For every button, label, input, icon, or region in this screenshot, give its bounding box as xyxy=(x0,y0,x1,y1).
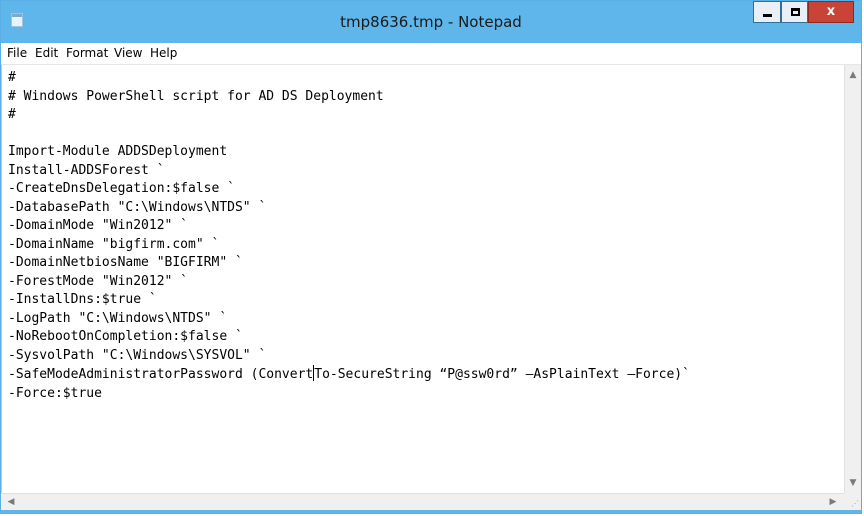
scroll-right-icon[interactable]: ▶ xyxy=(825,494,841,510)
scroll-down-icon[interactable]: ▼ xyxy=(845,475,861,491)
minimize-icon xyxy=(763,14,772,17)
close-icon: x xyxy=(826,4,836,19)
menu-view[interactable]: View xyxy=(114,46,142,60)
menu-format[interactable]: Format xyxy=(66,46,108,60)
text-before-caret: # # Windows PowerShell script for AD DS … xyxy=(8,70,384,382)
window-title: tmp8636.tmp - Notepad xyxy=(340,13,522,31)
maximize-button[interactable] xyxy=(781,1,808,23)
scroll-up-icon[interactable]: ▲ xyxy=(845,67,861,83)
resize-grip-icon[interactable]: ⋰ xyxy=(851,500,859,508)
close-button[interactable]: x xyxy=(808,1,854,23)
notepad-window: tmp8636.tmp - Notepad x File Edit Format… xyxy=(0,0,862,514)
document-text[interactable]: # # Windows PowerShell script for AD DS … xyxy=(8,69,690,403)
horizontal-scrollbar[interactable]: ◀ ▶ xyxy=(1,493,844,510)
menu-bar: File Edit Format View Help xyxy=(1,43,861,65)
menu-edit[interactable]: Edit xyxy=(35,46,58,60)
scrollbar-corner: ⋰ xyxy=(844,493,861,510)
vertical-scrollbar[interactable]: ▲ ▼ xyxy=(844,65,861,493)
maximize-icon xyxy=(791,8,800,16)
menu-file[interactable]: File xyxy=(7,46,27,60)
scroll-left-icon[interactable]: ◀ xyxy=(3,494,19,510)
text-editor[interactable]: # # Windows PowerShell script for AD DS … xyxy=(1,65,861,493)
menu-help[interactable]: Help xyxy=(150,46,177,60)
title-bar[interactable]: tmp8636.tmp - Notepad x xyxy=(1,1,861,43)
minimize-button[interactable] xyxy=(753,1,781,23)
